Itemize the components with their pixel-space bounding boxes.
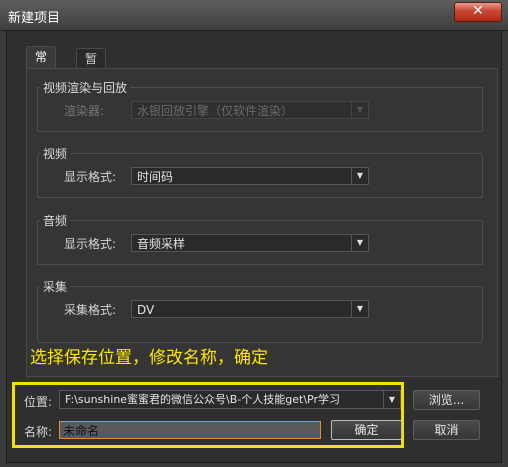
browse-button-label: 浏览... bbox=[428, 393, 465, 407]
name-input[interactable] bbox=[59, 421, 321, 439]
audio-group: 音频 显示格式: 音频采样 ▼ bbox=[37, 212, 483, 265]
chevron-down-icon: ▼ bbox=[351, 235, 368, 251]
tab-scratch-disks[interactable]: 暂存盘 bbox=[76, 48, 107, 106]
name-label: 名称: bbox=[24, 425, 53, 439]
close-button[interactable]: ✕ bbox=[454, 2, 502, 22]
renderer-value: 水银回放引擎（仅软件渲染） bbox=[137, 104, 294, 118]
location-label: 位置: bbox=[24, 395, 53, 409]
capture-group: 采集 采集格式: DV ▼ bbox=[37, 278, 483, 343]
tab-general[interactable]: 常规 bbox=[26, 46, 57, 84]
audio-format-select[interactable]: 音频采样 ▼ bbox=[131, 234, 369, 252]
chevron-down-icon: ▼ bbox=[351, 102, 368, 118]
capture-format-select[interactable]: DV ▼ bbox=[131, 300, 369, 318]
audio-format-value: 音频采样 bbox=[137, 237, 186, 251]
audio-group-title: 音频 bbox=[40, 212, 71, 229]
browse-button[interactable]: 浏览... bbox=[413, 390, 480, 410]
ok-button[interactable]: 确定 bbox=[331, 420, 402, 440]
title-bar: 新建项目 ✕ bbox=[0, 0, 508, 31]
video-format-label: 显示格式: bbox=[64, 170, 117, 184]
cancel-button-label: 取消 bbox=[434, 423, 459, 437]
audio-format-label: 显示格式: bbox=[64, 237, 117, 251]
video-group: 视频 显示格式: 时间码 ▼ bbox=[37, 145, 483, 198]
capture-format-value: DV bbox=[137, 303, 155, 317]
render-group: 视频渲染与回放 渲染器: 水银回放引擎（仅软件渲染） ▼ bbox=[37, 79, 483, 132]
location-value: F:\sunshine蜜蜜君的微信公众号\B-个人技能get\Pr学习 bbox=[65, 393, 341, 406]
chevron-down-icon: ▼ bbox=[383, 391, 400, 408]
renderer-select: 水银回放引擎（仅软件渲染） ▼ bbox=[131, 101, 369, 119]
video-format-value: 时间码 bbox=[137, 170, 174, 184]
render-group-title: 视频渲染与回放 bbox=[40, 79, 131, 96]
video-format-select[interactable]: 时间码 ▼ bbox=[131, 167, 369, 185]
renderer-label: 渲染器: bbox=[64, 104, 105, 118]
capture-format-label: 采集格式: bbox=[64, 303, 117, 317]
window-title: 新建项目 bbox=[8, 11, 61, 26]
location-select[interactable]: F:\sunshine蜜蜜君的微信公众号\B-个人技能get\Pr学习 ▼ bbox=[59, 390, 401, 409]
video-group-title: 视频 bbox=[40, 145, 71, 162]
general-panel: 视频渲染与回放 渲染器: 水银回放引擎（仅软件渲染） ▼ 视频 显示格式: 时间… bbox=[26, 68, 498, 377]
close-icon: ✕ bbox=[472, 3, 484, 19]
ok-button-label: 确定 bbox=[354, 423, 379, 437]
chevron-down-icon: ▼ bbox=[351, 168, 368, 184]
chevron-down-icon: ▼ bbox=[351, 301, 368, 317]
cancel-button[interactable]: 取消 bbox=[413, 420, 480, 440]
capture-group-title: 采集 bbox=[40, 278, 71, 295]
instruction-annotation: 选择保存位置，修改名称，确定 bbox=[30, 348, 268, 368]
